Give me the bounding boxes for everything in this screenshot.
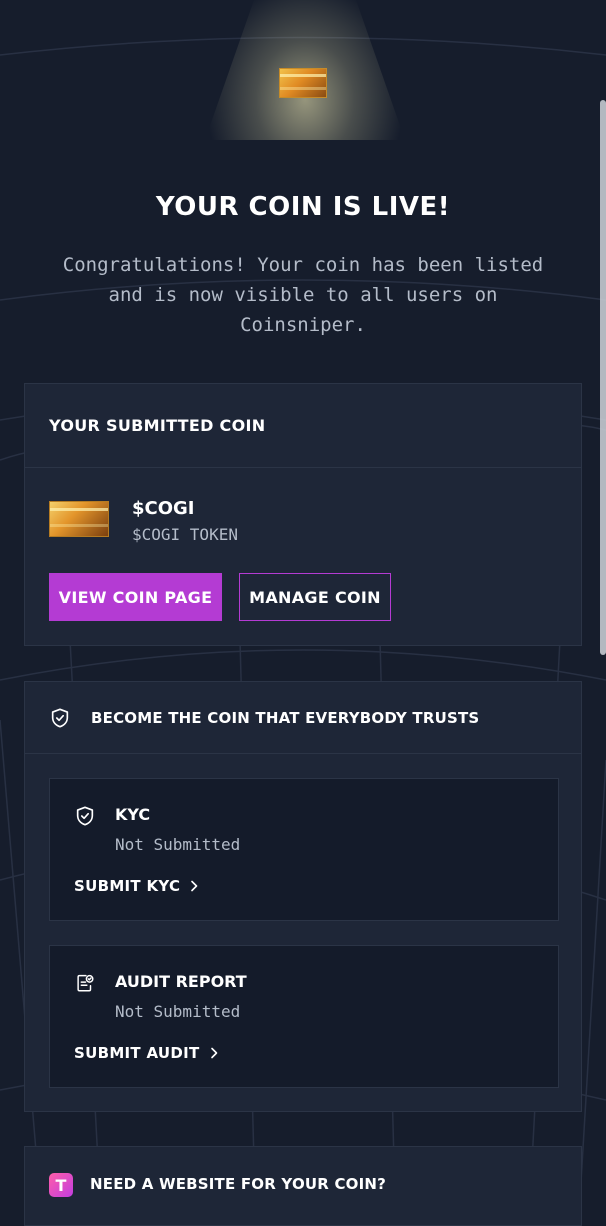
website-promo-title: NEED A WEBSITE FOR YOUR COIN?: [90, 1175, 387, 1193]
chevron-right-icon: [191, 880, 198, 892]
submitted-coin-card: YOUR SUBMITTED COIN $COGI $COGI TOKEN VI…: [24, 383, 582, 646]
submitted-coin-header: YOUR SUBMITTED COIN: [25, 384, 581, 468]
website-promo-card[interactable]: T NEED A WEBSITE FOR YOUR COIN?: [24, 1146, 582, 1226]
view-coin-page-button[interactable]: VIEW COIN PAGE: [49, 573, 222, 621]
shield-check-icon: [76, 806, 94, 826]
coin-full-name: $COGI TOKEN: [132, 525, 238, 544]
manage-coin-button[interactable]: MANAGE COIN: [239, 573, 391, 621]
success-message: Congratulations! Your coin has been list…: [62, 254, 544, 336]
submit-audit-label: SUBMIT AUDIT: [74, 1044, 200, 1062]
audit-title: AUDIT REPORT: [115, 972, 247, 991]
coin-banner-image: [279, 68, 327, 98]
submit-kyc-link[interactable]: SUBMIT KYC: [74, 877, 198, 895]
website-builder-icon: T: [49, 1173, 73, 1197]
kyc-status: Not Submitted: [115, 835, 241, 854]
kyc-card: KYC Not Submitted SUBMIT KYC: [49, 778, 559, 921]
audit-card: AUDIT REPORT Not Submitted SUBMIT AUDIT: [49, 945, 559, 1088]
kyc-title: KYC: [115, 805, 151, 824]
coin-thumbnail: [49, 501, 109, 537]
audit-document-icon: [77, 974, 94, 992]
page-title: YOUR COIN IS LIVE!: [155, 192, 451, 222]
chevron-right-icon: [210, 1047, 217, 1059]
audit-status: Not Submitted: [115, 1002, 241, 1021]
scrollbar[interactable]: [600, 100, 606, 655]
trust-header-label: BECOME THE COIN THAT EVERYBODY TRUSTS: [91, 708, 480, 727]
trust-header: BECOME THE COIN THAT EVERYBODY TRUSTS: [25, 682, 581, 754]
shield-check-icon: [51, 707, 69, 728]
submit-kyc-label: SUBMIT KYC: [74, 877, 181, 895]
coin-name: $COGI: [132, 498, 195, 519]
trust-card: BECOME THE COIN THAT EVERYBODY TRUSTS KY…: [24, 681, 582, 1112]
submit-audit-link[interactable]: SUBMIT AUDIT: [74, 1044, 218, 1062]
